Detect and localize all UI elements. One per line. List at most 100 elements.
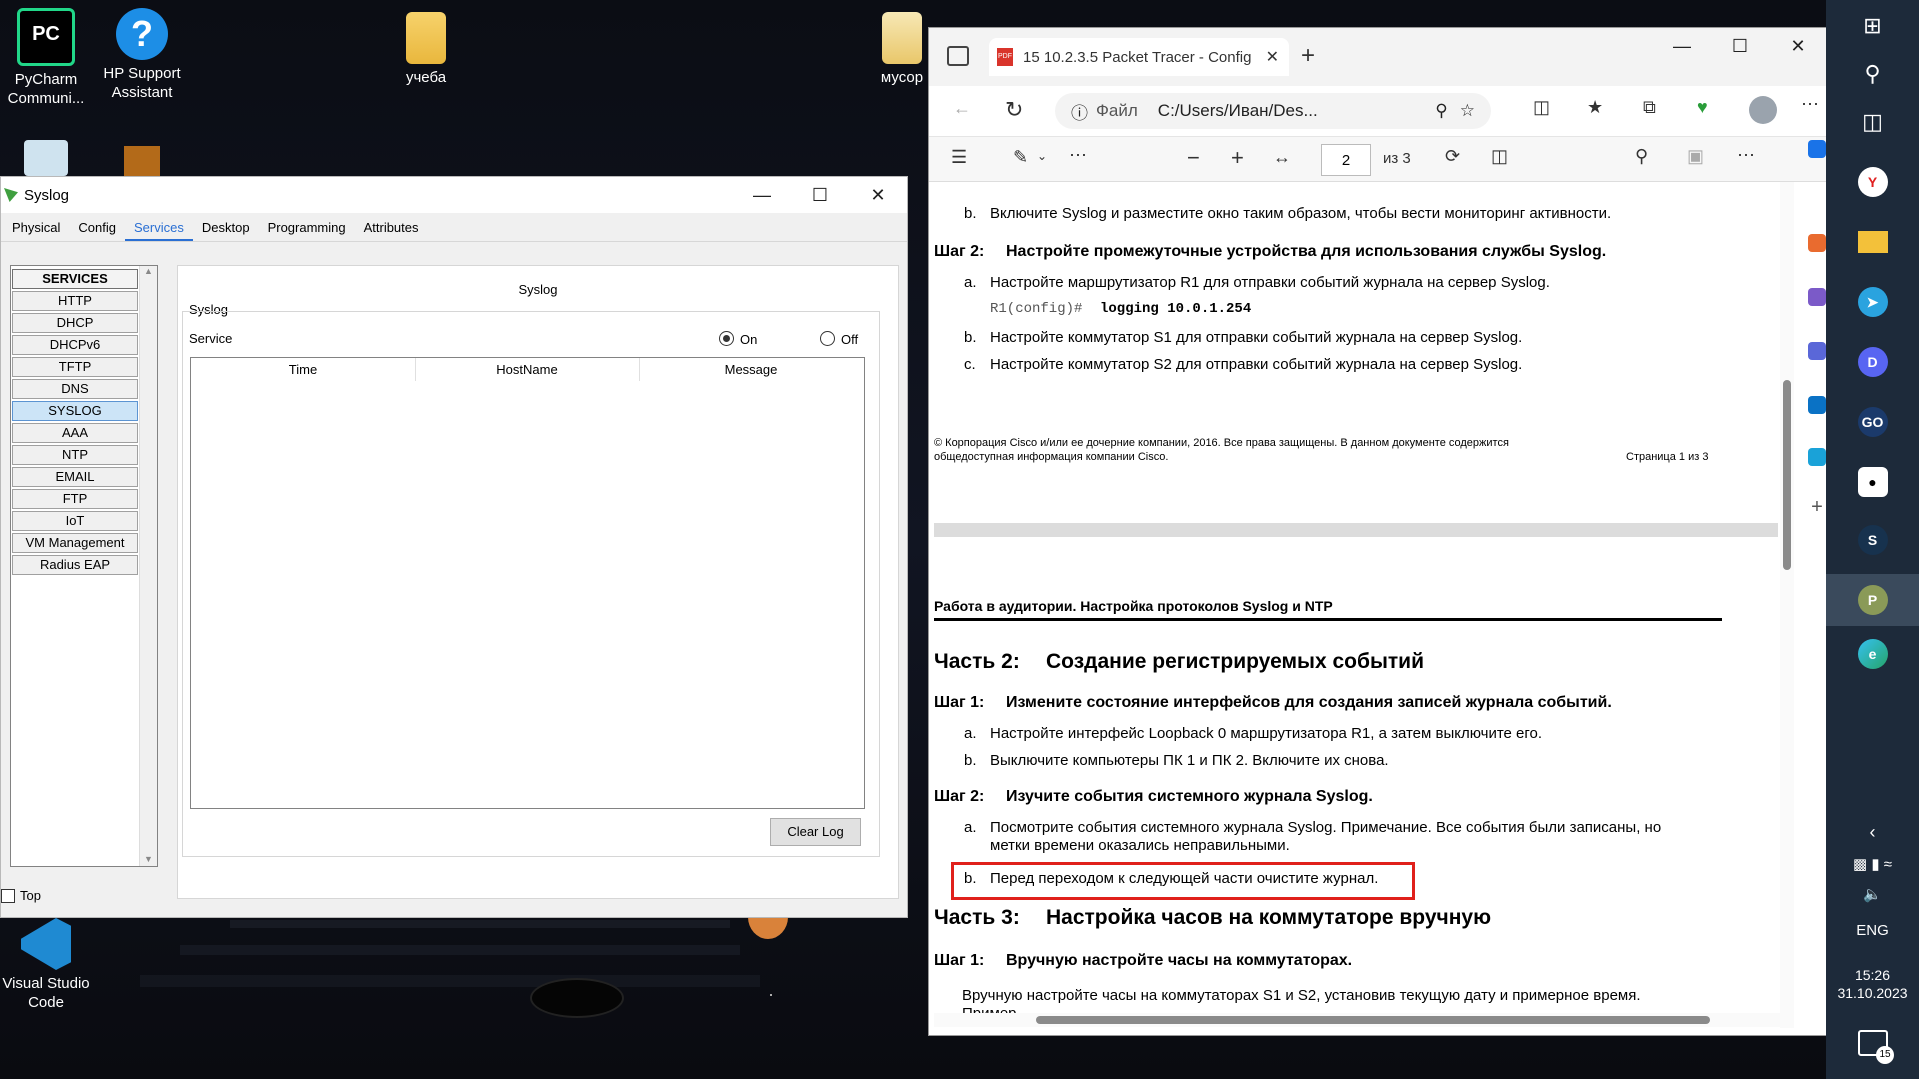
service-tftp[interactable]: TFTP [12, 357, 138, 377]
address-bar[interactable]: ⓘ Файл C:/Users/Иван/Des... ⚲ ☆ [1055, 93, 1491, 129]
pdf-more-icon[interactable]: ⋯ [1737, 145, 1755, 166]
edge-icon[interactable]: e [1826, 632, 1919, 676]
service-iot[interactable]: IoT [12, 511, 138, 531]
tab-actions-icon[interactable] [947, 46, 969, 66]
browser-minimize-button[interactable]: — [1653, 28, 1711, 64]
desktop-icon-pycharm[interactable]: PC PyCharm Communi... [0, 8, 94, 108]
info-icon[interactable]: ⓘ [1071, 99, 1088, 124]
service-ftp[interactable]: FTP [12, 489, 138, 509]
favorites-icon[interactable]: ★ [1587, 97, 1603, 118]
pdf-document[interactable]: b. Включите Syslog и разместите окно так… [934, 182, 1778, 1022]
shopping-icon[interactable] [1808, 234, 1826, 252]
column-header-hostname[interactable]: HostName [415, 358, 640, 381]
desktop-icon-vscode[interactable]: Visual Studio Code [0, 918, 94, 1012]
service-vm-management[interactable]: VM Management [12, 533, 138, 553]
tab-config[interactable]: Config [69, 220, 125, 241]
go-icon[interactable]: GO [1826, 400, 1919, 444]
profile-avatar[interactable] [1749, 96, 1777, 124]
radio-on-indicator[interactable] [719, 331, 734, 346]
service-email[interactable]: EMAIL [12, 467, 138, 487]
chevron-down-icon[interactable]: ⌄ [1037, 149, 1047, 163]
scroll-down-icon[interactable]: ▼ [140, 854, 157, 864]
highlight-icon[interactable]: ✎ [1013, 147, 1028, 168]
close-tab-icon[interactable]: ✕ [1266, 47, 1279, 67]
page-number-input[interactable] [1321, 144, 1371, 176]
windows-start-icon[interactable]: ⊞ [1826, 4, 1919, 48]
tab-desktop[interactable]: Desktop [193, 220, 259, 241]
service-syslog[interactable]: SYSLOG [12, 401, 138, 421]
telegram-icon[interactable]: ➤ [1826, 280, 1919, 324]
rotate-icon[interactable]: ⟳ [1445, 146, 1460, 167]
back-icon[interactable]: ← [953, 98, 971, 119]
service-aaa[interactable]: AAA [12, 423, 138, 443]
desktop-icon-ucheba[interactable]: учеба [378, 12, 474, 87]
window-titlebar[interactable]: Syslog — ☐ ✕ [1, 177, 907, 213]
search-icon[interactable]: ⚲ [1635, 146, 1648, 167]
add-icon[interactable]: + [1808, 496, 1826, 519]
more-menu-icon[interactable]: ⋯ [1801, 94, 1819, 115]
save-icon[interactable]: ▣ [1687, 146, 1704, 167]
zoom-icon[interactable]: ⚲ [1435, 101, 1447, 121]
language-indicator[interactable]: ENG [1826, 908, 1919, 952]
scroll-thumb[interactable] [1783, 380, 1791, 570]
browser-maximize-button[interactable]: ☐ [1711, 28, 1769, 64]
column-header-message[interactable]: Message [639, 358, 863, 381]
close-button[interactable]: ✕ [849, 177, 907, 213]
service-ntp[interactable]: NTP [12, 445, 138, 465]
collections-icon[interactable]: ⧉ [1643, 97, 1656, 118]
clear-log-button[interactable]: Clear Log [770, 818, 861, 846]
radio-off-indicator[interactable] [820, 331, 835, 346]
health-icon[interactable]: ♥ [1697, 97, 1708, 118]
games-icon[interactable] [1808, 342, 1826, 360]
tab-physical[interactable]: Physical [3, 220, 69, 241]
new-tab-button[interactable]: + [1301, 42, 1315, 70]
persona-icon[interactable] [1808, 288, 1826, 306]
split-screen-icon[interactable]: ◫ [1533, 97, 1550, 118]
service-dhcpv6[interactable]: DHCPv6 [12, 335, 138, 355]
radio-on[interactable]: On [719, 331, 757, 347]
tab-programming[interactable]: Programming [259, 220, 355, 241]
refresh-icon[interactable]: ↻ [1005, 97, 1023, 123]
page-view-icon[interactable]: ◫ [1491, 146, 1508, 167]
more-tools-icon[interactable]: ⋯ [1069, 145, 1087, 166]
pdf-vertical-scrollbar[interactable] [1780, 182, 1794, 1028]
minimize-button[interactable]: — [733, 177, 791, 213]
tab-services[interactable]: Services [125, 220, 193, 241]
search-icon[interactable]: ⚲ [1826, 52, 1919, 96]
clock[interactable]: 15:26 31.10.2023 [1826, 966, 1919, 1002]
fit-page-icon[interactable]: ↔ [1273, 147, 1291, 168]
service-dhcp[interactable]: DHCP [12, 313, 138, 333]
favorite-star-icon[interactable]: ☆ [1460, 101, 1475, 121]
desktop-icon-hp-support[interactable]: ? HP Support Assistant [94, 8, 190, 102]
search-icon[interactable] [1808, 140, 1826, 158]
scroll-up-icon[interactable]: ▲ [140, 266, 157, 276]
top-checkbox[interactable]: Top [1, 888, 41, 903]
tab-attributes[interactable]: Attributes [355, 220, 428, 241]
service-dns[interactable]: DNS [12, 379, 138, 399]
app-shortcut-icon[interactable] [124, 146, 160, 176]
scroll-thumb[interactable] [1036, 1016, 1710, 1024]
steam-icon[interactable]: S [1826, 518, 1919, 562]
zoom-out-icon[interactable]: − [1187, 145, 1200, 171]
maximize-button[interactable]: ☐ [791, 177, 849, 213]
checkbox-box[interactable] [1, 888, 15, 903]
discord-icon[interactable]: D [1826, 340, 1919, 384]
service-http[interactable]: HTTP [12, 291, 138, 311]
contents-icon[interactable]: ☰ [951, 147, 967, 168]
browser-close-button[interactable]: ✕ [1769, 28, 1827, 64]
file-explorer-icon[interactable] [1826, 220, 1919, 264]
task-view-icon[interactable]: ◫ [1826, 100, 1919, 144]
pdf-horizontal-scrollbar[interactable] [934, 1013, 1780, 1027]
recycle-bin-icon[interactable] [24, 140, 68, 176]
radio-off[interactable]: Off [820, 331, 858, 347]
zoom-in-icon[interactable]: + [1231, 145, 1244, 171]
syslog-table[interactable]: Time HostName Message [190, 357, 865, 809]
app-icon[interactable]: ● [1826, 460, 1919, 504]
send-icon[interactable] [1808, 448, 1826, 466]
notifications-button[interactable]: 15 [1858, 1030, 1894, 1064]
yandex-icon[interactable]: Y [1826, 160, 1919, 204]
browser-tab[interactable]: PDF 15 10.2.3.5 Packet Tracer - Config ✕ [989, 38, 1289, 76]
column-header-time[interactable]: Time [191, 358, 416, 381]
services-scrollbar[interactable]: ▲ ▼ [139, 266, 157, 866]
service-radius-eap[interactable]: Radius EAP [12, 555, 138, 575]
